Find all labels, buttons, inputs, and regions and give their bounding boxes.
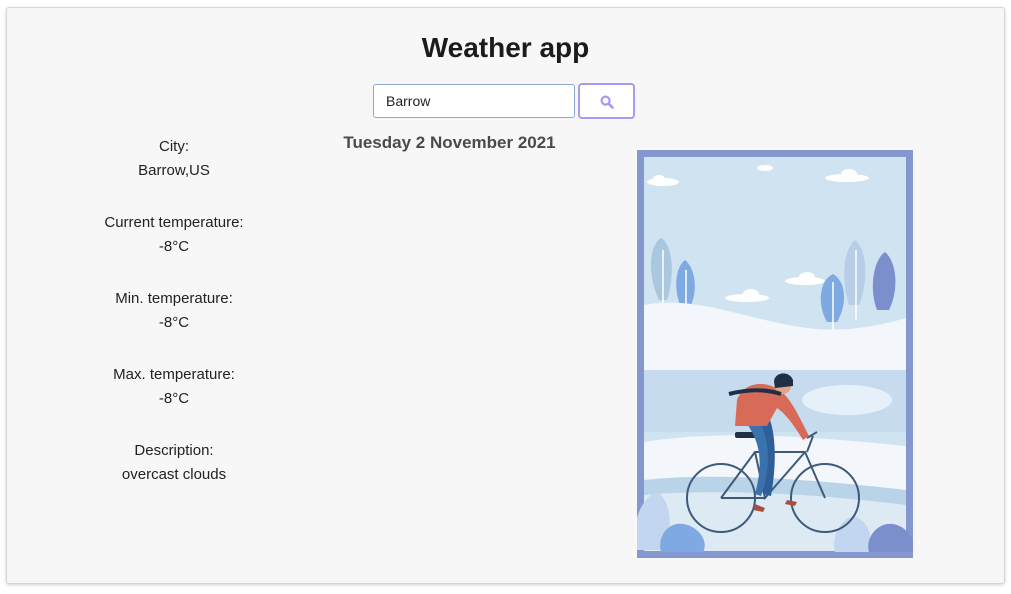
search-button[interactable]	[578, 83, 635, 119]
description-label: Description:	[134, 442, 214, 459]
page-title: Weather app	[421, 32, 590, 63]
min-temperature-label: Min. temperature:	[115, 290, 233, 307]
current-temperature-label: Current temperature:	[104, 214, 244, 231]
current-date: Tuesday 2 November 2021	[343, 133, 556, 152]
min-temperature-value: -8°C	[158, 314, 190, 331]
search-icon	[600, 95, 614, 109]
max-temperature-info: Max. temperature: -8°C	[74, 363, 274, 411]
current-temperature-value: -8°C	[158, 238, 190, 255]
current-temperature-info: Current temperature: -8°C	[74, 211, 274, 259]
min-temperature-info: Min. temperature: -8°C	[74, 287, 274, 335]
search-input[interactable]	[373, 84, 575, 118]
winter-cyclist-illustration	[637, 150, 913, 558]
max-temperature-value: -8°C	[158, 390, 190, 407]
max-temperature-label: Max. temperature:	[113, 366, 235, 383]
description-info: Description: overcast clouds	[74, 439, 274, 487]
city-info: City: Barrow,US	[74, 135, 274, 183]
description-value: overcast clouds	[121, 466, 227, 483]
city-value: Barrow,US	[138, 162, 210, 179]
city-label: City:	[159, 138, 189, 155]
weather-card: Weather app Tuesday 2 November 2021 City…	[6, 7, 1005, 584]
